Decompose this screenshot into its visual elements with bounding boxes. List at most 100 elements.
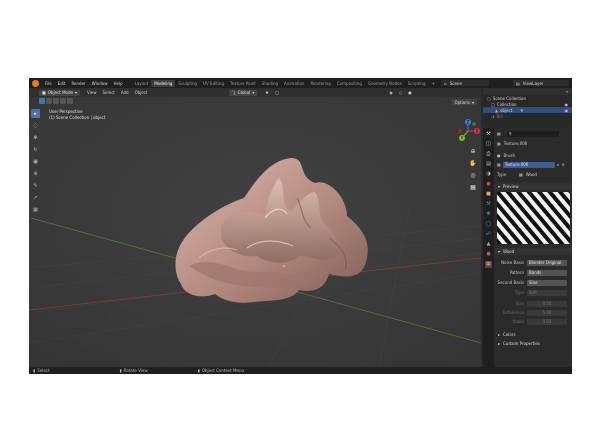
wood-section-header[interactable]: ▾ Wood — [495, 248, 572, 255]
top-menu-bar: File Edit Render Window Help Layout Mode… — [29, 78, 572, 88]
tab-uv-editing[interactable]: UV Editing — [200, 80, 227, 87]
blender-logo-icon[interactable] — [32, 79, 39, 87]
viewport-menu-select[interactable]: Select — [100, 90, 118, 95]
select-invert-icon[interactable] — [60, 98, 66, 104]
copy-icon[interactable]: ▫ — [557, 162, 560, 167]
proportional-edit-icon[interactable]: ◯ — [275, 90, 279, 95]
cursor-tool-icon[interactable]: ◌ — [31, 121, 40, 130]
transform-tool-icon[interactable]: ⊕ — [31, 169, 40, 178]
properties-search-input[interactable]: ⚲ — [506, 130, 559, 137]
render-tab-icon[interactable]: ◫ — [485, 141, 492, 148]
rotate-tool-icon[interactable]: ↻ — [31, 145, 40, 154]
scene-selector[interactable]: ▫ Scene — [441, 80, 489, 86]
status-select: Select — [37, 368, 50, 373]
second-basis-dropdown[interactable]: Sine — [527, 279, 567, 286]
tab-scripting[interactable]: Scripting — [405, 80, 429, 87]
measure-tool-icon[interactable]: ↗ — [31, 193, 40, 202]
viewport-menu-add[interactable]: Add — [118, 90, 132, 95]
add-workspace-button[interactable]: + — [429, 80, 438, 87]
camera-view-icon[interactable]: ◎ — [469, 172, 477, 180]
brush-label[interactable]: Brush — [504, 153, 516, 158]
move-tool-icon[interactable]: ✥ — [31, 133, 40, 142]
data-tab-icon[interactable]: ▲ — [485, 241, 492, 248]
physics-tab-icon[interactable]: ◯ — [485, 221, 492, 228]
options-dropdown[interactable]: Options ▾ — [451, 99, 477, 105]
tab-rendering[interactable]: Rendering — [307, 80, 333, 87]
texture-tab-icon[interactable]: ▦ — [485, 261, 492, 268]
object-tab-icon[interactable]: ■ — [485, 191, 492, 198]
type2-toggle[interactable]: Soft — [527, 289, 567, 296]
pattern-dropdown[interactable]: Bands — [527, 269, 567, 276]
tab-layout[interactable]: Layout — [132, 80, 152, 87]
select-tool-icon[interactable]: ▸ — [31, 109, 40, 118]
noise-basis-dropdown[interactable]: Blender Original — [527, 259, 567, 266]
viewlayer-selector[interactable]: ▤ ViewLayer — [513, 80, 569, 86]
select-new-icon[interactable] — [39, 98, 45, 104]
select-subtract-icon[interactable] — [53, 98, 59, 104]
tab-animation[interactable]: Animation — [281, 80, 307, 87]
3d-viewport[interactable]: ■ Object Mode ▾ View Select Add Object ⤵… — [29, 88, 481, 367]
menu-window[interactable]: Window — [89, 81, 111, 86]
snap-icon[interactable]: ✸ — [265, 90, 268, 95]
perspective-subtitle: (1) Scene Collection | object — [49, 115, 106, 120]
close-icon[interactable]: ✕ — [562, 162, 565, 167]
nabla-field[interactable]: 0.03 — [527, 318, 567, 325]
tab-texture-paint[interactable]: Texture Paint — [227, 80, 259, 87]
tab-geometry-nodes[interactable]: Geometry Nodes — [365, 80, 405, 87]
annotate-tool-icon[interactable]: ✎ — [31, 181, 40, 190]
material-tab-icon[interactable]: ● — [485, 251, 492, 258]
texture-name-field[interactable]: Texture.006 — [502, 161, 555, 168]
view-layer-tab-icon[interactable]: ▤ — [485, 161, 492, 168]
custom-properties-section-header[interactable]: ▸ Custom Properties — [495, 340, 572, 347]
transform-orientation-dropdown[interactable]: ⤵ Global ▾ — [228, 89, 258, 96]
scene-tab-icon[interactable]: ◑ — [485, 171, 492, 178]
constraints-tab-icon[interactable]: ☍ — [485, 231, 492, 238]
modifier-tab-icon[interactable]: ⚒ — [485, 201, 492, 208]
pan-hand-icon[interactable]: ✋ — [469, 160, 477, 168]
editor-type-icon[interactable]: ▦ — [497, 131, 501, 136]
texture-browse-icon[interactable]: ▦ — [497, 162, 501, 167]
colors-section-header[interactable]: ▸ Colors — [495, 331, 572, 338]
outliner-world[interactable]: ◑ Bill — [483, 113, 572, 119]
second-basis-label: Second Basis — [497, 280, 524, 285]
zoom-icon[interactable]: ⊕ — [469, 148, 477, 156]
filter-icon[interactable]: ▿ — [566, 89, 568, 94]
viewport-menu-view[interactable]: View — [84, 90, 100, 95]
menu-edit[interactable]: Edit — [55, 81, 69, 86]
size-field[interactable]: 0.25 — [527, 300, 567, 307]
chevron-right-icon: ▸ — [498, 332, 501, 337]
menu-file[interactable]: File — [42, 81, 55, 86]
tab-shading[interactable]: Shading — [259, 80, 281, 87]
texture-icon: ▦ — [497, 141, 501, 146]
select-extend-icon[interactable] — [46, 98, 52, 104]
menu-help[interactable]: Help — [110, 81, 125, 86]
navigation-gizmo[interactable]: X Y Z — [455, 118, 481, 144]
properties-search-row: ▦ ⚲ — [497, 130, 559, 137]
eye-icon[interactable]: ◉ — [565, 108, 569, 113]
output-tab-icon[interactable]: ⎙ — [485, 151, 492, 158]
turbulence-field[interactable]: 5.00 — [527, 309, 567, 316]
preview-section-header[interactable]: ▾ Preview — [495, 183, 572, 190]
chevron-right-icon: ▸ — [498, 341, 501, 346]
scale-tool-icon[interactable]: ▣ — [31, 157, 40, 166]
world-tab-icon[interactable]: ● — [485, 181, 492, 188]
mode-dropdown[interactable]: ■ Object Mode ▾ — [39, 89, 80, 96]
tab-compositing[interactable]: Compositing — [334, 80, 365, 87]
overlays-icon[interactable]: ○ — [399, 90, 403, 95]
add-cube-tool-icon[interactable]: ▦ — [31, 205, 40, 214]
type2-row: Type Soft — [497, 289, 567, 296]
tab-sculpting[interactable]: Sculpting — [175, 80, 200, 87]
viewport-menu-object[interactable]: Object — [132, 90, 151, 95]
ortho-toggle-icon[interactable]: ▦ — [469, 184, 477, 192]
select-intersect-icon[interactable] — [67, 98, 73, 104]
menu-render[interactable]: Render — [68, 81, 88, 86]
visibility-icon[interactable]: ◉ — [389, 90, 393, 95]
tool-tab-icon[interactable]: ⚒ — [485, 131, 492, 138]
noise-basis-row: Noise Basis Blender Original — [497, 259, 567, 266]
shading-solid-icon[interactable]: ● — [408, 90, 412, 95]
particles-tab-icon[interactable]: ✻ — [485, 211, 492, 218]
tab-modeling[interactable]: Modeling — [151, 79, 176, 87]
eye-icon[interactable]: ◉ — [565, 102, 569, 107]
type-value[interactable]: Wood — [526, 172, 537, 177]
texture-dropdown[interactable]: Texture.006 — [504, 141, 528, 146]
